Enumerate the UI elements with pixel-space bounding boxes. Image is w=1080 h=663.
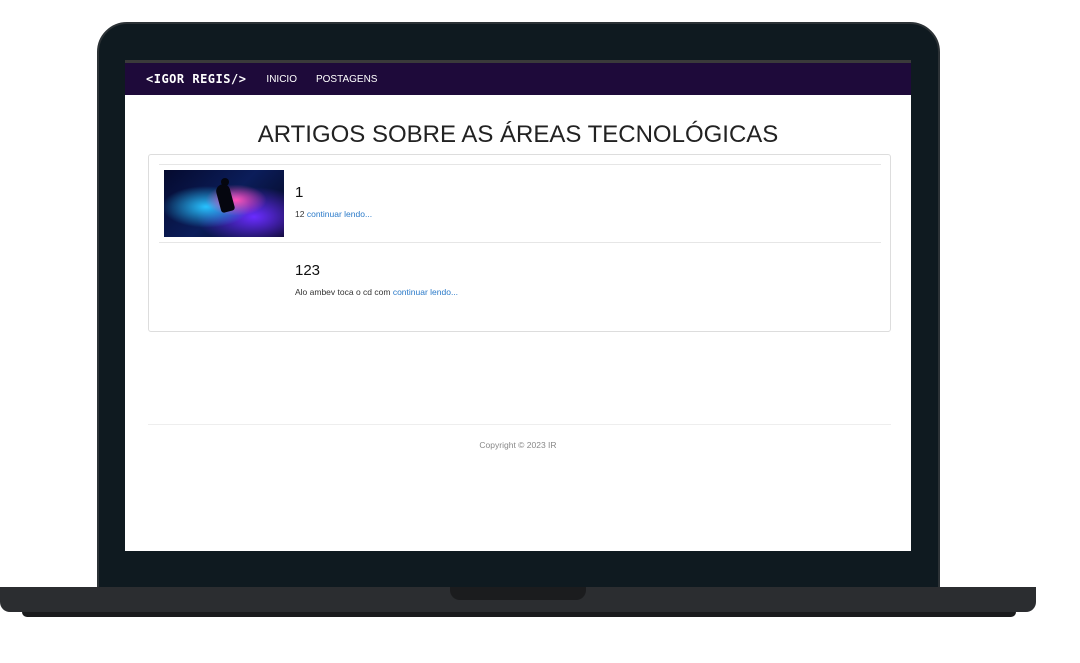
nav-link-postagens[interactable]: POSTAGENS [316, 74, 378, 85]
read-more-link[interactable]: continuar lendo... [393, 287, 458, 297]
post-excerpt: 12 continuar lendo... [295, 209, 372, 219]
posts-panel: 1 12 continuar lendo... 123 Alo ambev to… [148, 154, 891, 332]
post-excerpt: Alo ambev toca o cd com continuar lendo.… [295, 287, 458, 297]
post-item: 123 Alo ambev toca o cd com continuar le… [159, 242, 881, 321]
page-title: ARTIGOS SOBRE AS ÁREAS TECNOLÓGICAS [257, 121, 779, 148]
browser-screen: <IGOR REGIS/> INICIO POSTAGENS ARTIGOS S… [125, 60, 911, 551]
read-more-link[interactable]: continuar lendo... [307, 209, 372, 219]
brand-logo[interactable]: <IGOR REGIS/> [146, 72, 246, 86]
post-item: 1 12 continuar lendo... [159, 164, 881, 243]
laptop-notch [450, 587, 586, 600]
footer-divider [148, 424, 891, 425]
post-excerpt-text: 12 [295, 209, 305, 219]
laptop-base-shadow [22, 612, 1016, 617]
post-title[interactable]: 123 [295, 262, 320, 279]
post-thumbnail[interactable] [164, 170, 284, 237]
post-excerpt-text: Alo ambev toca o cd com [295, 287, 391, 297]
footer-copyright: Copyright © 2023 IR [479, 440, 557, 450]
astronaut-figure [214, 182, 236, 214]
nav-link-inicio[interactable]: INICIO [266, 74, 297, 85]
navbar: <IGOR REGIS/> INICIO POSTAGENS [125, 60, 911, 95]
post-title[interactable]: 1 [295, 184, 303, 201]
